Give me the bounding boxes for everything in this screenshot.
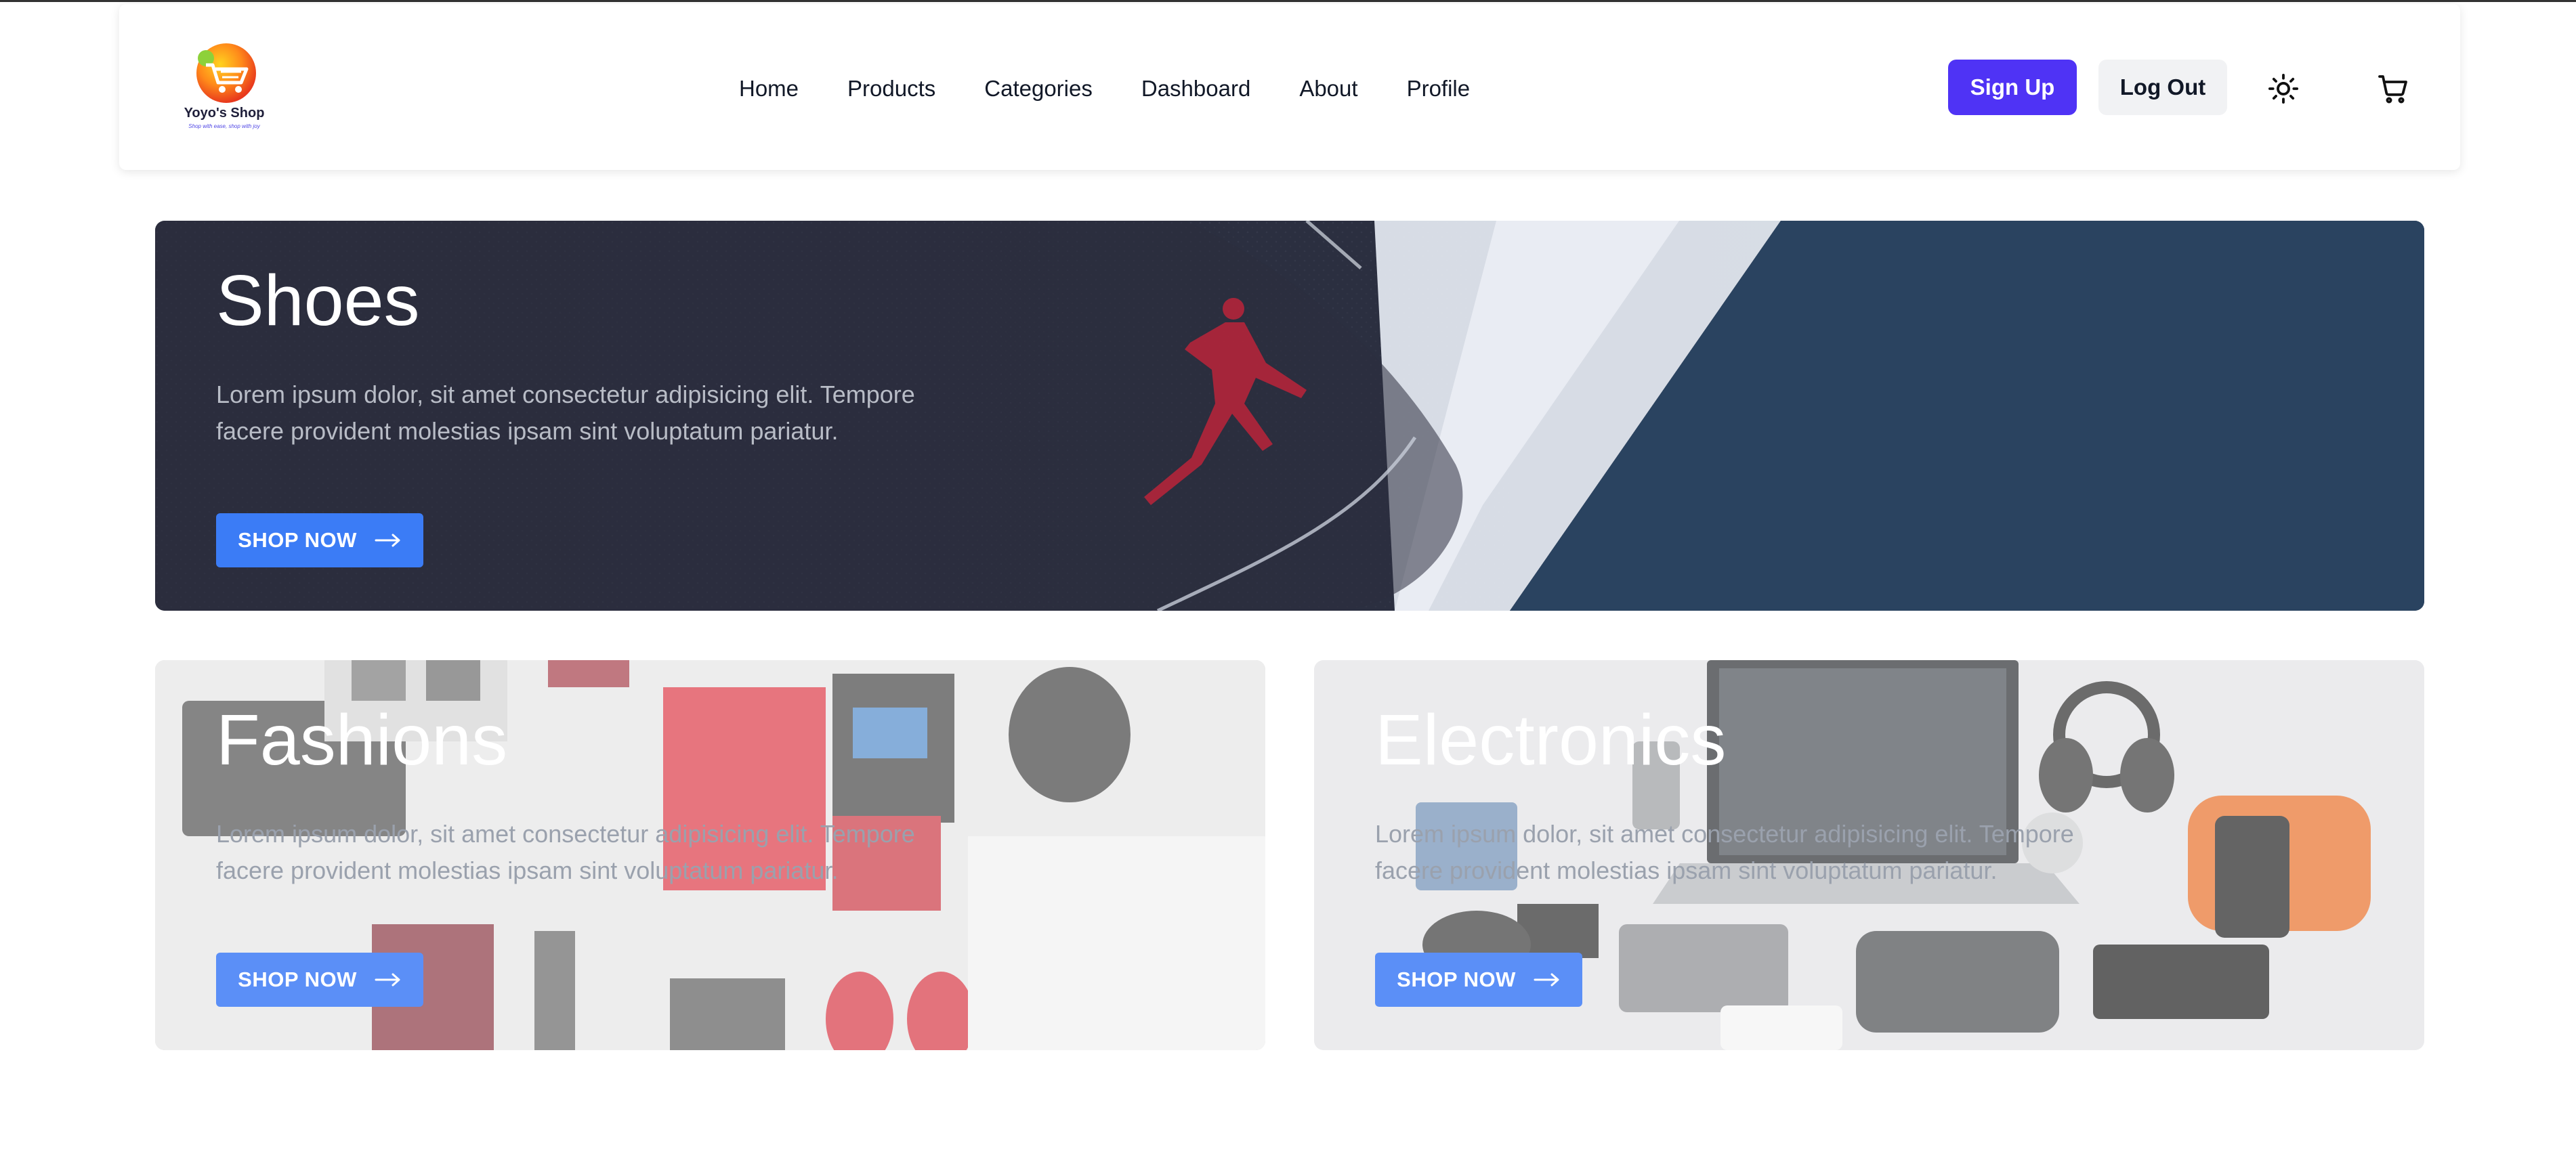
main-nav: Home Products Categories Dashboard About…: [739, 72, 1470, 106]
banner-title: Shoes: [216, 261, 420, 341]
logo-tagline: Shop with ease, shop with joy: [188, 123, 260, 129]
logo-icon: [196, 43, 256, 103]
banner-title: Electronics: [1375, 700, 1727, 780]
banner-title: Fashions: [216, 700, 508, 780]
shop-now-button[interactable]: SHOP NOW: [216, 513, 423, 567]
banner-electronics: Electronics Lorem ipsum dolor, sit amet …: [1314, 660, 2424, 1050]
arrow-right-icon: [375, 973, 400, 987]
arrow-right-icon: [375, 534, 400, 547]
banner-description: Lorem ipsum dolor, sit amet consectetur …: [1375, 820, 2074, 884]
shop-now-label: SHOP NOW: [238, 968, 357, 991]
top-border: [0, 0, 2576, 2]
cart-icon: [2378, 75, 2407, 104]
banner-shoes: Shoes Lorem ipsum dolor, sit amet consec…: [155, 221, 2424, 611]
nav-products[interactable]: Products: [847, 72, 935, 106]
sun-icon: [2268, 73, 2299, 104]
site-header: Yoyo's Shop Shop with ease, shop with jo…: [119, 4, 2460, 170]
shop-now-button[interactable]: SHOP NOW: [216, 953, 423, 1007]
arrow-right-icon: [1534, 973, 1559, 987]
banner-fashions: Fashions Lorem ipsum dolor, sit amet con…: [155, 660, 1265, 1050]
logo-name: Yoyo's Shop: [184, 106, 265, 121]
cart-button[interactable]: [2376, 72, 2410, 106]
banner-description: Lorem ipsum dolor, sit amet consectetur …: [216, 820, 915, 884]
log-out-button[interactable]: Log Out: [2098, 60, 2227, 115]
nav-categories[interactable]: Categories: [984, 72, 1093, 106]
shop-now-button[interactable]: SHOP NOW: [1375, 953, 1582, 1007]
theme-toggle-button[interactable]: [2266, 72, 2300, 106]
nav-profile[interactable]: Profile: [1407, 72, 1471, 106]
shop-now-label: SHOP NOW: [1397, 968, 1516, 991]
sign-up-button[interactable]: Sign Up: [1948, 60, 2077, 115]
banner-description: Lorem ipsum dolor, sit amet consectetur …: [216, 381, 915, 445]
site-logo[interactable]: Yoyo's Shop Shop with ease, shop with jo…: [173, 38, 275, 139]
nav-home[interactable]: Home: [739, 72, 799, 106]
shop-now-label: SHOP NOW: [238, 528, 357, 552]
nav-about[interactable]: About: [1299, 72, 1357, 106]
nav-dashboard[interactable]: Dashboard: [1141, 72, 1250, 106]
